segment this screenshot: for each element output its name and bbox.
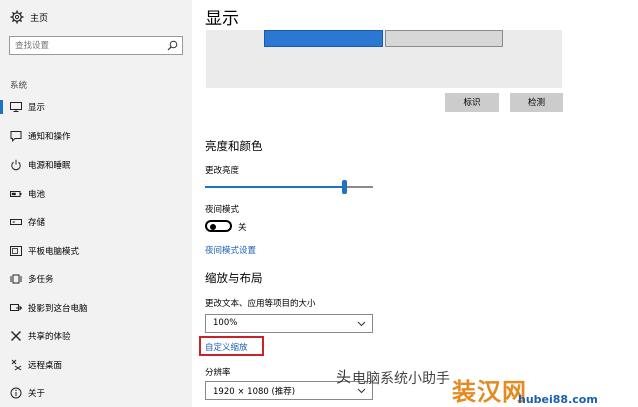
scale-heading: 缩放与布局 bbox=[205, 271, 263, 285]
sidebar-item-label: 关于 bbox=[28, 389, 46, 399]
home-label: 主页 bbox=[30, 14, 49, 24]
sidebar-item-project[interactable]: 投影到这台电脑 bbox=[0, 300, 192, 318]
sidebar-item-notifications[interactable]: 通知和操作 bbox=[0, 128, 192, 146]
page-title: 显示 bbox=[205, 9, 239, 29]
multitask-icon bbox=[10, 274, 22, 284]
watermark-text: 电脑系统小助手 bbox=[352, 371, 450, 387]
power-icon bbox=[11, 159, 21, 171]
brightness-slider[interactable] bbox=[205, 186, 373, 188]
sidebar-item-storage[interactable]: 存储 bbox=[0, 214, 192, 232]
sidebar-item-label: 显示 bbox=[28, 103, 46, 113]
sidebar-item-multitasking[interactable]: 多任务 bbox=[0, 271, 192, 289]
sidebar-item-label: 共享的体验 bbox=[28, 332, 71, 342]
sidebar-item-about[interactable]: 关于 bbox=[0, 385, 192, 403]
brightness-label: 更改亮度 bbox=[205, 166, 240, 176]
watermark-tou: 头 bbox=[336, 368, 352, 386]
main-panel: 显示 标识 检测 亮度和颜色 更改亮度 夜间模式 关 夜间模式设置 缩放与布局 … bbox=[192, 0, 638, 407]
night-mode-state: 关 bbox=[238, 223, 247, 233]
scale-value: 100% bbox=[213, 318, 238, 328]
night-mode-settings-link[interactable]: 夜间模式设置 bbox=[205, 244, 256, 256]
scale-dropdown[interactable]: 100% bbox=[205, 314, 373, 333]
search-icon[interactable] bbox=[167, 40, 178, 51]
night-mode-toggle[interactable] bbox=[205, 220, 232, 232]
custom-scaling-link[interactable]: 自定义缩放 bbox=[205, 341, 248, 353]
info-icon bbox=[10, 387, 22, 399]
sidebar-item-power[interactable]: 电源和睡眠 bbox=[0, 157, 192, 175]
sidebar-item-label: 多任务 bbox=[28, 275, 54, 285]
sidebar-item-label: 电源和睡眠 bbox=[28, 161, 71, 171]
storage-icon bbox=[10, 219, 22, 225]
sidebar-item-label: 存储 bbox=[28, 218, 46, 228]
sidebar-item-tablet-mode[interactable]: 平板电脑模式 bbox=[0, 243, 192, 261]
identify-button[interactable]: 标识 bbox=[445, 93, 499, 112]
brightness-slider-fill bbox=[205, 186, 345, 188]
search-input[interactable] bbox=[15, 39, 155, 52]
sidebar-item-shared-experiences[interactable]: 共享的体验 bbox=[0, 328, 192, 346]
brightness-heading: 亮度和颜色 bbox=[205, 139, 263, 153]
project-icon bbox=[10, 304, 22, 311]
gear-icon bbox=[10, 10, 24, 24]
resolution-value: 1920 × 1080 (推荐) bbox=[213, 387, 296, 397]
sidebar-item-label: 平板电脑模式 bbox=[28, 247, 80, 257]
sidebar-item-label: 远程桌面 bbox=[28, 361, 63, 371]
message-icon bbox=[10, 131, 22, 142]
active-indicator bbox=[0, 100, 3, 114]
watermark-brand: 装汉网 bbox=[452, 378, 527, 406]
sidebar-item-label: 电池 bbox=[28, 190, 46, 200]
chevron-down-icon bbox=[357, 321, 366, 327]
sidebar-item-battery[interactable]: 电池 bbox=[0, 186, 192, 204]
sidebar: 主页 系统 显示 通知和操作 电源和睡眠 bbox=[0, 0, 192, 407]
watermark-url: hubei88.com bbox=[518, 393, 598, 406]
resolution-label: 分辨率 bbox=[205, 368, 231, 378]
search-box[interactable] bbox=[9, 36, 183, 55]
sidebar-item-display[interactable]: 显示 bbox=[0, 99, 192, 117]
section-label: 系统 bbox=[10, 81, 28, 91]
sidebar-item-remote-desktop[interactable]: 远程桌面 bbox=[0, 357, 192, 375]
home-link[interactable]: 主页 bbox=[0, 8, 192, 28]
sidebar-item-label: 投影到这台电脑 bbox=[28, 304, 88, 314]
share-icon bbox=[11, 331, 21, 341]
monitor-arrangement bbox=[206, 30, 562, 88]
brightness-slider-thumb[interactable] bbox=[342, 180, 348, 194]
night-mode-label: 夜间模式 bbox=[205, 205, 240, 215]
monitor-2[interactable] bbox=[385, 30, 503, 47]
monitor-1[interactable] bbox=[264, 30, 383, 47]
tablet-icon bbox=[10, 246, 22, 256]
toggle-knob bbox=[210, 224, 216, 230]
detect-button[interactable]: 检测 bbox=[510, 93, 563, 112]
scale-label: 更改文本、应用等项目的大小 bbox=[205, 299, 316, 309]
sidebar-item-label: 通知和操作 bbox=[28, 132, 71, 142]
remote-icon bbox=[11, 359, 22, 371]
battery-icon bbox=[10, 191, 22, 197]
monitor-icon bbox=[10, 102, 22, 112]
